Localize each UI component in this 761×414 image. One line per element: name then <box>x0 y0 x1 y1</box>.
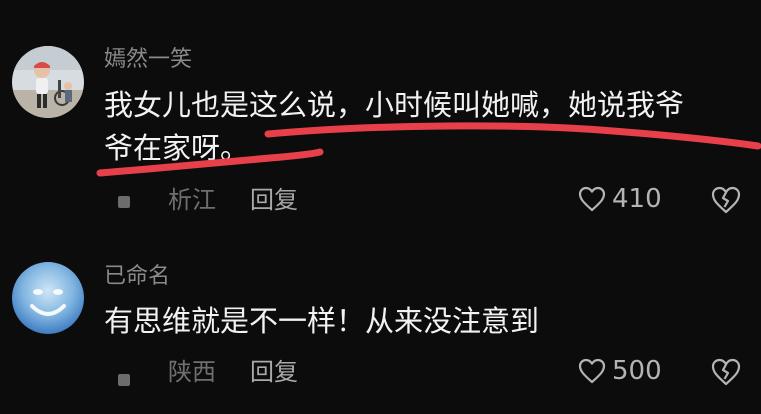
broken-heart-icon[interactable] <box>710 184 742 216</box>
like-count: 410 <box>612 184 662 214</box>
user-avatar[interactable] <box>12 46 84 118</box>
user-avatar[interactable] <box>12 262 84 334</box>
ip-location: 析江 <box>168 186 216 214</box>
comment-username[interactable]: 已命名 <box>104 263 170 291</box>
comment-meta-bar: 陕西 回复 500 <box>104 352 754 392</box>
child-photo-avatar-image <box>12 46 84 118</box>
comment-list: 嫣然一笑 我女儿也是这么说，小时候叫她喊，她说我爷 爷在家呀。 析江 回复 41… <box>0 0 761 414</box>
like-button[interactable]: 500 <box>578 354 662 388</box>
comment-text-line: 我女儿也是这么说，小时候叫她喊，她说我爷 <box>104 88 685 122</box>
reply-button[interactable]: 回复 <box>250 356 298 388</box>
heart-outline-icon <box>578 358 606 384</box>
square-icon <box>118 196 130 208</box>
comment-text-line: 爷在家呀。 <box>104 131 250 165</box>
comment-text-line: 有思维就是不一样！从来没注意到 <box>104 304 540 338</box>
broken-heart-icon[interactable] <box>710 356 742 388</box>
comment-meta-bar: 析江 回复 410 <box>104 180 754 220</box>
smiley-avatar-image <box>12 262 84 334</box>
ip-location: 陕西 <box>168 358 216 386</box>
like-button[interactable]: 410 <box>578 182 662 216</box>
reply-button[interactable]: 回复 <box>250 184 298 216</box>
comment-username[interactable]: 嫣然一笑 <box>104 46 192 74</box>
like-count: 500 <box>612 356 662 386</box>
comment-item: 已命名 有思维就是不一样！从来没注意到 陕西 回复 500 <box>0 230 761 414</box>
square-icon <box>118 374 130 386</box>
heart-outline-icon <box>578 186 606 212</box>
comment-item: 嫣然一笑 我女儿也是这么说，小时候叫她喊，她说我爷 爷在家呀。 析江 回复 41… <box>0 0 761 230</box>
